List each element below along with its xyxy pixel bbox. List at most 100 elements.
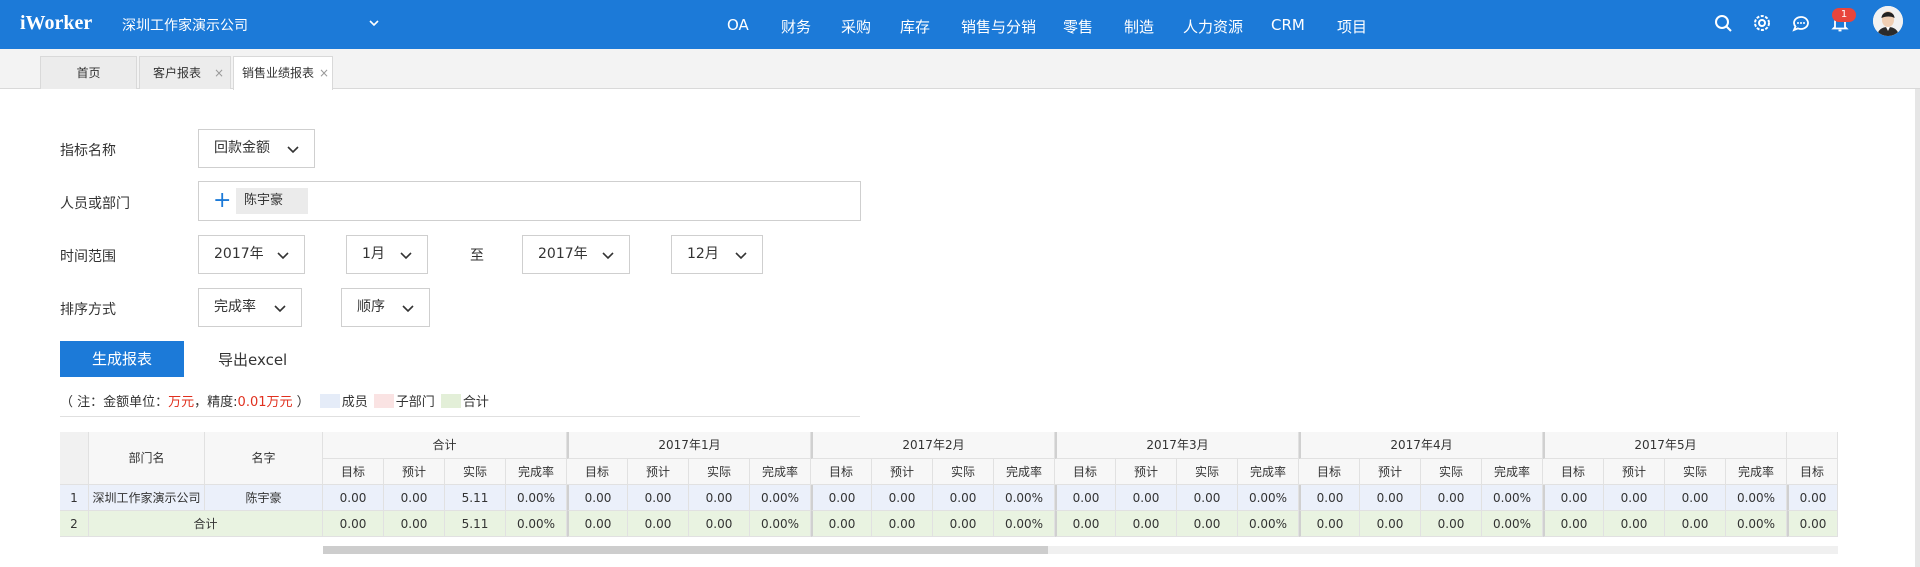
chat-icon[interactable] bbox=[1790, 12, 1812, 34]
company-selector[interactable]: 深圳工作家演示公司 bbox=[122, 15, 248, 35]
export-excel-button[interactable]: 导出excel bbox=[218, 349, 287, 370]
tab-home[interactable]: 首页 bbox=[40, 56, 137, 89]
nav-item[interactable]: CRM bbox=[1271, 16, 1305, 34]
gear-icon[interactable] bbox=[1751, 12, 1773, 34]
column-subheader: 完成率 bbox=[1238, 459, 1299, 485]
tab-customer-report[interactable]: 客户报表 × bbox=[139, 56, 231, 89]
person-picker[interactable]: + 陈宇豪 bbox=[198, 181, 861, 221]
value-cell: 0.00 bbox=[1787, 485, 1838, 511]
sort-order-select[interactable]: 顺序 bbox=[341, 288, 430, 327]
total-label: 合计 bbox=[89, 511, 323, 537]
nav-item[interactable]: 制造 bbox=[1124, 16, 1154, 37]
note-prefix: （ 注：金额单位： bbox=[60, 395, 169, 410]
value-cell: 0.00 bbox=[811, 511, 872, 537]
sort-field-select[interactable]: 完成率 bbox=[198, 288, 302, 327]
legend: 成员 子部门 合计 bbox=[314, 394, 489, 410]
end-month-select[interactable]: 12月 bbox=[671, 235, 763, 274]
avatar[interactable] bbox=[1873, 6, 1903, 36]
nav-item[interactable]: 项目 bbox=[1337, 16, 1367, 37]
value-cell: 0.00 bbox=[1299, 485, 1360, 511]
indicator-select[interactable]: 回款金额 bbox=[198, 129, 315, 168]
column-subheader: 目标 bbox=[1299, 459, 1360, 485]
column-subheader: 完成率 bbox=[994, 459, 1055, 485]
column-subheader: 预计 bbox=[1360, 459, 1421, 485]
nav-item[interactable]: 销售与分销 bbox=[961, 16, 1036, 37]
value-cell: 0.00 bbox=[323, 511, 384, 537]
column-group-header: 2017年1月 bbox=[567, 432, 811, 459]
column-subheader: 实际 bbox=[1665, 459, 1726, 485]
nav-item[interactable]: 人力资源 bbox=[1183, 16, 1243, 37]
legend-label: 合计 bbox=[462, 395, 489, 410]
value-cell: 0.00 bbox=[628, 485, 689, 511]
column-header-department: 部门名 bbox=[89, 432, 205, 485]
value-cell: 0.00 bbox=[384, 511, 445, 537]
app-logo[interactable]: iWorker bbox=[20, 12, 92, 35]
value-cell: 0.00 bbox=[1543, 485, 1604, 511]
column-subheader: 完成率 bbox=[1482, 459, 1543, 485]
value-cell: 0.00 bbox=[933, 511, 994, 537]
close-icon[interactable]: × bbox=[319, 57, 329, 89]
column-group-header: 2017年2月 bbox=[811, 432, 1055, 459]
plus-icon[interactable]: + bbox=[213, 190, 231, 212]
time-range-label: 时间范围 bbox=[60, 249, 116, 265]
end-month-value: 12月 bbox=[687, 246, 719, 262]
nav-item[interactable]: 采购 bbox=[841, 16, 871, 37]
vertical-scrollbar[interactable] bbox=[1915, 89, 1920, 567]
legend-swatch bbox=[440, 394, 461, 408]
chevron-down-icon bbox=[402, 305, 414, 313]
value-cell: 0.00 bbox=[1543, 511, 1604, 537]
column-subheader: 目标 bbox=[811, 459, 872, 485]
value-cell: 0.00% bbox=[1238, 485, 1299, 511]
column-subheader: 完成率 bbox=[506, 459, 567, 485]
value-cell: 0.00 bbox=[811, 485, 872, 511]
value-cell: 0.00% bbox=[506, 511, 567, 537]
start-year-value: 2017年 bbox=[214, 246, 264, 262]
legend-label: 子部门 bbox=[395, 395, 435, 410]
value-cell: 0.00 bbox=[1787, 511, 1838, 537]
value-cell: 0.00% bbox=[1238, 511, 1299, 537]
value-cell: 5.11 bbox=[445, 511, 506, 537]
nav-item[interactable]: OA bbox=[727, 16, 749, 34]
column-subheader: 预计 bbox=[872, 459, 933, 485]
start-year-select[interactable]: 2017年 bbox=[198, 235, 305, 274]
end-year-select[interactable]: 2017年 bbox=[522, 235, 630, 274]
nav-item[interactable]: 财务 bbox=[781, 16, 811, 37]
chevron-down-icon bbox=[274, 305, 286, 313]
nav-item[interactable]: 零售 bbox=[1063, 16, 1093, 37]
value-cell: 0.00% bbox=[1726, 485, 1787, 511]
sort-label: 排序方式 bbox=[60, 302, 116, 318]
value-cell: 0.00 bbox=[1055, 511, 1116, 537]
value-cell: 0.00% bbox=[994, 485, 1055, 511]
person-label: 人员或部门 bbox=[60, 196, 130, 212]
horizontal-scrollbar-thumb[interactable] bbox=[323, 546, 1048, 554]
start-month-value: 1月 bbox=[362, 246, 385, 262]
start-month-select[interactable]: 1月 bbox=[346, 235, 428, 274]
top-navigation-bar: iWorker 深圳工作家演示公司 OA 财务 采购 库存 销售与分销 零售 制造 人力资源 C… bbox=[0, 0, 1920, 49]
tab-label: 首页 bbox=[76, 66, 101, 80]
generate-report-button[interactable]: 生成报表 bbox=[60, 341, 184, 377]
tab-label: 客户报表 bbox=[152, 66, 201, 80]
person-tag[interactable]: 陈宇豪 bbox=[236, 188, 308, 214]
value-cell: 0.00 bbox=[1360, 485, 1421, 511]
column-group-header: 合计 bbox=[323, 432, 567, 459]
tab-sales-performance-report[interactable]: 销售业绩报表 × bbox=[233, 56, 333, 90]
value-cell: 0.00 bbox=[323, 485, 384, 511]
chevron-down-icon[interactable] bbox=[367, 16, 381, 30]
column-subheader: 目标 bbox=[1543, 459, 1604, 485]
amount-note: （ 注：金额单位：万元，精度:0.01万元 ） 成员 子部门 合计 bbox=[60, 391, 489, 410]
value-cell: 0.00% bbox=[994, 511, 1055, 537]
chevron-down-icon bbox=[400, 252, 412, 260]
close-icon[interactable]: × bbox=[214, 57, 224, 89]
chevron-down-icon bbox=[287, 146, 299, 154]
value-cell: 0.00 bbox=[1421, 511, 1482, 537]
value-cell: 0.00 bbox=[1299, 511, 1360, 537]
column-group-header bbox=[1787, 432, 1838, 459]
column-subheader: 实际 bbox=[689, 459, 750, 485]
column-subheader: 完成率 bbox=[750, 459, 811, 485]
value-cell: 0.00 bbox=[1665, 485, 1726, 511]
value-cell: 0.00 bbox=[689, 485, 750, 511]
value-cell: 0.00 bbox=[1360, 511, 1421, 537]
chevron-down-icon bbox=[277, 252, 289, 260]
search-icon[interactable] bbox=[1712, 12, 1734, 34]
nav-item[interactable]: 库存 bbox=[900, 16, 930, 37]
